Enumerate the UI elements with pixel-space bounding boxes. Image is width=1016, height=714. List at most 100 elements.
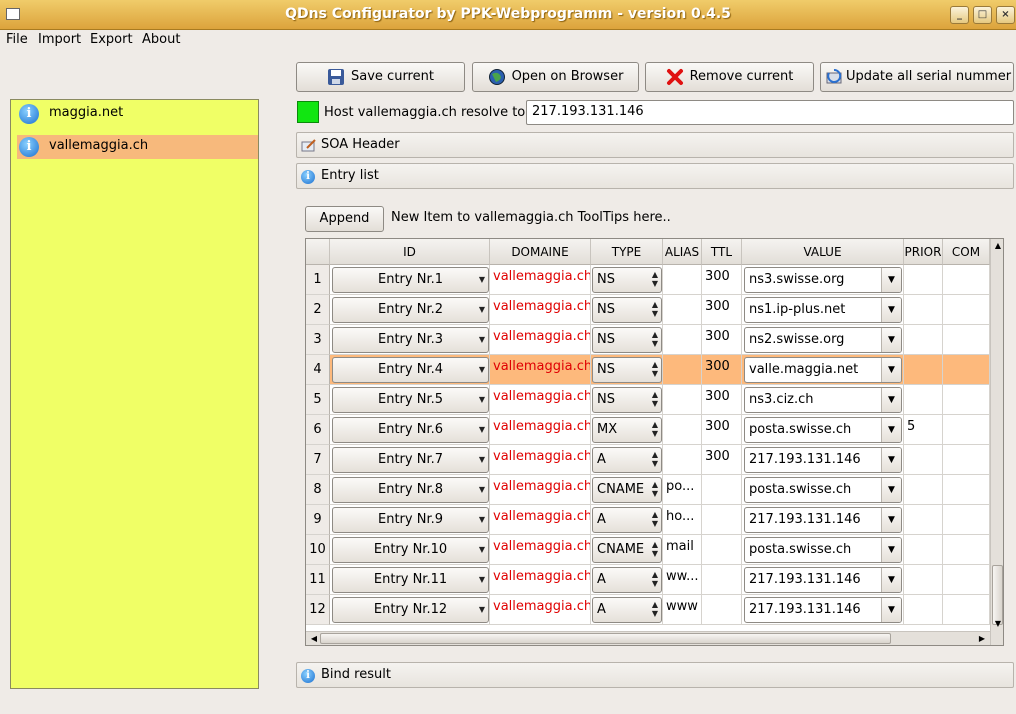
close-button[interactable]: ×: [996, 6, 1015, 24]
scroll-down-arrow[interactable]: ▼: [992, 617, 1003, 631]
table-row[interactable]: 2 Entry Nr.2 ▼ vallemaggia.ch NS ▲ ▼ 300 ns1.ip-…: [306, 295, 990, 325]
entry-id-combo[interactable]: Entry Nr.11 ▼: [332, 567, 489, 593]
horizontal-scroll-thumb[interactable]: [320, 633, 891, 644]
comment-cell[interactable]: [943, 385, 990, 415]
entry-id-combo[interactable]: Entry Nr.4 ▼: [332, 357, 489, 383]
menu-export[interactable]: Export: [90, 32, 133, 47]
entry-id-combo[interactable]: Entry Nr.8 ▼: [332, 477, 489, 503]
vertical-scrollbar[interactable]: ▲ ▼: [990, 239, 1003, 645]
alias-cell[interactable]: ho...: [663, 505, 701, 529]
type-combo[interactable]: A ▲ ▼: [592, 447, 662, 473]
type-combo[interactable]: CNAME ▲ ▼: [592, 477, 662, 503]
scroll-up-arrow[interactable]: ▲: [992, 239, 1003, 253]
value-combo[interactable]: valle.maggia.net ▼: [744, 357, 902, 383]
entry-id-combo[interactable]: Entry Nr.5 ▼: [332, 387, 489, 413]
type-combo[interactable]: NS ▲ ▼: [592, 297, 662, 323]
ttl-cell[interactable]: 300: [702, 445, 741, 469]
type-combo[interactable]: MX ▲ ▼: [592, 417, 662, 443]
scroll-left-arrow[interactable]: ◀: [308, 632, 320, 645]
table-row[interactable]: 5 Entry Nr.5 ▼ vallemaggia.ch NS ▲ ▼ 300 ns3.ciz…: [306, 385, 990, 415]
tree-item-vallemaggia-ch[interactable]: i vallemaggia.ch: [17, 135, 258, 159]
comment-cell[interactable]: [943, 595, 990, 625]
column-header-alias[interactable]: ALIAS: [663, 239, 702, 265]
priority-cell[interactable]: 5: [904, 415, 942, 439]
type-combo[interactable]: A ▲ ▼: [592, 507, 662, 533]
domain-cell[interactable]: vallemaggia.ch: [490, 355, 590, 379]
comment-cell[interactable]: [943, 325, 990, 355]
column-header-id[interactable]: ID: [330, 239, 490, 265]
comment-cell[interactable]: [943, 565, 990, 595]
table-row[interactable]: 7 Entry Nr.7 ▼ vallemaggia.ch A ▲ ▼ 300 217.193.…: [306, 445, 990, 475]
remove-current-button[interactable]: Remove current: [645, 62, 814, 92]
column-header-ttl[interactable]: TTL: [702, 239, 742, 265]
type-combo[interactable]: CNAME ▲ ▼: [592, 537, 662, 563]
ttl-cell[interactable]: 300: [702, 265, 741, 289]
value-combo[interactable]: posta.swisse.ch ▼: [744, 417, 902, 443]
domain-cell[interactable]: vallemaggia.ch: [490, 265, 590, 289]
type-combo[interactable]: NS ▲ ▼: [592, 267, 662, 293]
type-combo[interactable]: NS ▲ ▼: [592, 387, 662, 413]
value-combo[interactable]: posta.swisse.ch ▼: [744, 537, 902, 563]
maximize-button[interactable]: □: [973, 6, 992, 24]
entry-id-combo[interactable]: Entry Nr.6 ▼: [332, 417, 489, 443]
alias-cell[interactable]: ww...: [663, 565, 701, 589]
domain-cell[interactable]: vallemaggia.ch: [490, 445, 590, 469]
entry-id-combo[interactable]: Entry Nr.3 ▼: [332, 327, 489, 353]
domain-cell[interactable]: vallemaggia.ch: [490, 295, 590, 319]
append-button[interactable]: Append: [305, 206, 384, 232]
table-row[interactable]: 12 Entry Nr.12 ▼ vallemaggia.ch A ▲ ▼ www 217.19…: [306, 595, 990, 625]
domain-cell[interactable]: vallemaggia.ch: [490, 595, 590, 619]
soa-header-section[interactable]: SOA Header: [296, 132, 1014, 158]
entry-id-combo[interactable]: Entry Nr.12 ▼: [332, 597, 489, 623]
type-combo[interactable]: NS ▲ ▼: [592, 327, 662, 353]
value-combo[interactable]: 217.193.131.146 ▼: [744, 597, 902, 623]
comment-cell[interactable]: [943, 265, 990, 295]
value-combo[interactable]: ns2.swisse.org ▼: [744, 327, 902, 353]
table-row[interactable]: 1 Entry Nr.1 ▼ vallemaggia.ch NS ▲ ▼ 300 ns3.swi…: [306, 265, 990, 295]
type-combo[interactable]: NS ▲ ▼: [592, 357, 662, 383]
ttl-cell[interactable]: 300: [702, 415, 741, 439]
minimize-button[interactable]: _: [950, 6, 969, 24]
comment-cell[interactable]: [943, 475, 990, 505]
column-header-prior[interactable]: PRIOR: [904, 239, 943, 265]
comment-cell[interactable]: [943, 295, 990, 325]
ttl-cell[interactable]: 300: [702, 385, 741, 409]
table-row[interactable]: 11 Entry Nr.11 ▼ vallemaggia.ch A ▲ ▼ ww... 217.…: [306, 565, 990, 595]
comment-cell[interactable]: [943, 535, 990, 565]
table-row[interactable]: 8 Entry Nr.8 ▼ vallemaggia.ch CNAME ▲ ▼ po... po…: [306, 475, 990, 505]
column-header-com[interactable]: COM: [943, 239, 990, 265]
bind-result-section[interactable]: i Bind result: [296, 662, 1014, 688]
host-ip-field[interactable]: 217.193.131.146: [526, 100, 1014, 125]
comment-cell[interactable]: [943, 445, 990, 475]
ttl-cell[interactable]: 300: [702, 355, 741, 379]
scroll-right-arrow[interactable]: ▶: [976, 632, 988, 645]
domain-cell[interactable]: vallemaggia.ch: [490, 565, 590, 589]
value-combo[interactable]: ns3.swisse.org ▼: [744, 267, 902, 293]
value-combo[interactable]: posta.swisse.ch ▼: [744, 477, 902, 503]
domain-cell[interactable]: vallemaggia.ch: [490, 325, 590, 349]
entry-id-combo[interactable]: Entry Nr.7 ▼: [332, 447, 489, 473]
column-header-value[interactable]: VALUE: [742, 239, 904, 265]
column-header-domaine[interactable]: DOMAINE: [490, 239, 591, 265]
comment-cell[interactable]: [943, 355, 990, 385]
comment-cell[interactable]: [943, 415, 990, 445]
domain-cell[interactable]: vallemaggia.ch: [490, 505, 590, 529]
menu-file[interactable]: File: [6, 32, 28, 47]
horizontal-scrollbar[interactable]: ◀ ▶: [306, 631, 990, 645]
type-combo[interactable]: A ▲ ▼: [592, 597, 662, 623]
open-on-browser-button[interactable]: Open on Browser: [472, 62, 639, 92]
entry-id-combo[interactable]: Entry Nr.1 ▼: [332, 267, 489, 293]
entry-id-combo[interactable]: Entry Nr.9 ▼: [332, 507, 489, 533]
tree-item-maggia-net[interactable]: i maggia.net: [17, 102, 258, 126]
column-header-type[interactable]: TYPE: [591, 239, 663, 265]
table-row[interactable]: 10 Entry Nr.10 ▼ vallemaggia.ch CNAME ▲ ▼ mail p…: [306, 535, 990, 565]
update-serial-button[interactable]: Update all serial nummer: [820, 62, 1014, 92]
table-row[interactable]: 9 Entry Nr.9 ▼ vallemaggia.ch A ▲ ▼ ho... 217.19…: [306, 505, 990, 535]
save-current-button[interactable]: Save current: [296, 62, 465, 92]
ttl-cell[interactable]: 300: [702, 325, 741, 349]
menu-import[interactable]: Import: [38, 32, 81, 47]
vertical-scroll-thumb[interactable]: [992, 565, 1003, 625]
value-combo[interactable]: ns3.ciz.ch ▼: [744, 387, 902, 413]
domain-cell[interactable]: vallemaggia.ch: [490, 415, 590, 439]
entry-list-section[interactable]: i Entry list: [296, 163, 1014, 189]
